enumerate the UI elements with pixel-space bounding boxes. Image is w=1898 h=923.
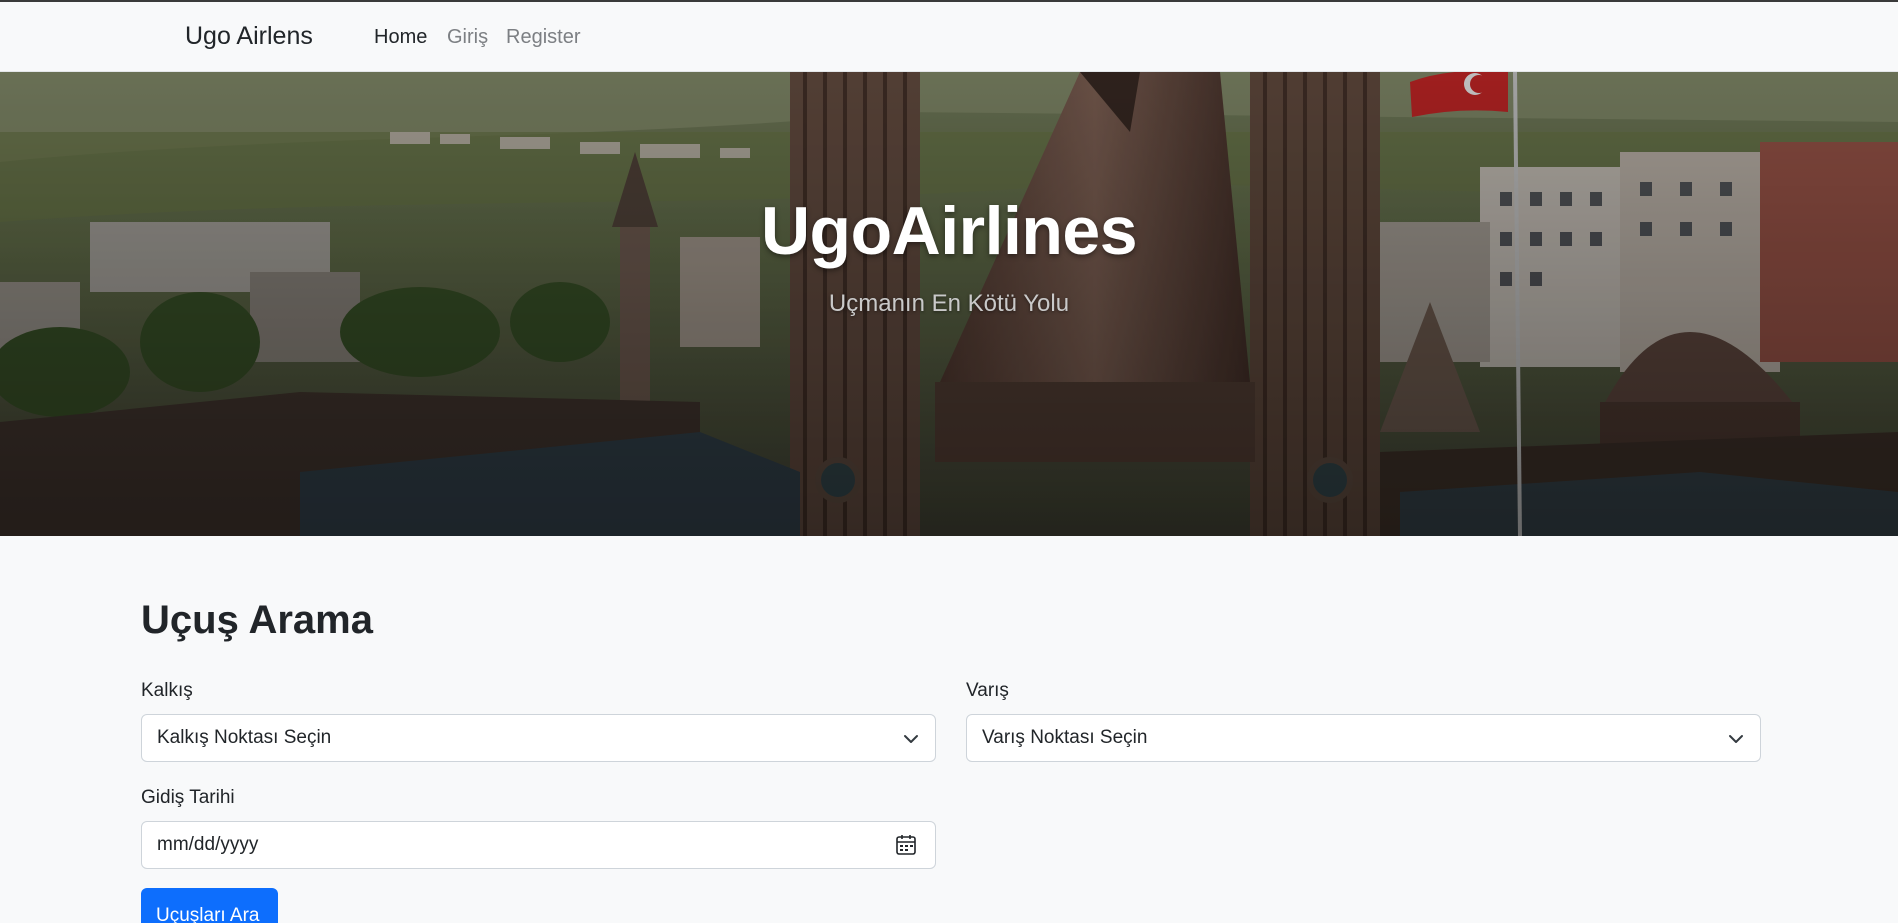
hero-banner: UgoAirlines Uçmanın En Kötü Yolu (0, 72, 1898, 536)
departure-date-placeholder: mm/dd/yyyy (157, 834, 259, 855)
hero-title: UgoAirlines (760, 193, 1138, 269)
chevron-down-icon (904, 735, 918, 743)
arrival-select[interactable]: Varış Noktası Seçin (966, 714, 1761, 762)
nav-link-login[interactable]: Giriş (447, 26, 488, 49)
departure-select-value: Kalkış Noktası Seçin (157, 727, 332, 748)
nav-link-home[interactable]: Home (374, 26, 427, 49)
hero-subtitle: Uçmanın En Kötü Yolu (828, 290, 1070, 317)
departure-select[interactable]: Kalkış Noktası Seçin (141, 714, 936, 762)
navbar-brand[interactable]: Ugo Airlens (185, 22, 313, 51)
calendar-icon[interactable] (895, 834, 917, 856)
departure-date-input[interactable]: mm/dd/yyyy (141, 821, 936, 869)
search-flights-button[interactable]: Uçuşları Ara (141, 888, 278, 923)
departure-label: Kalkış (141, 680, 193, 701)
search-heading: Uçuş Arama (141, 598, 373, 642)
arrival-select-value: Varış Noktası Seçin (982, 727, 1148, 748)
arrival-label: Varış (966, 680, 1009, 701)
departure-date-label: Gidiş Tarihi (141, 787, 235, 808)
chevron-down-icon (1729, 735, 1743, 743)
nav-link-register[interactable]: Register (506, 26, 580, 49)
navbar: Ugo Airlens Home Giriş Register (0, 2, 1898, 72)
